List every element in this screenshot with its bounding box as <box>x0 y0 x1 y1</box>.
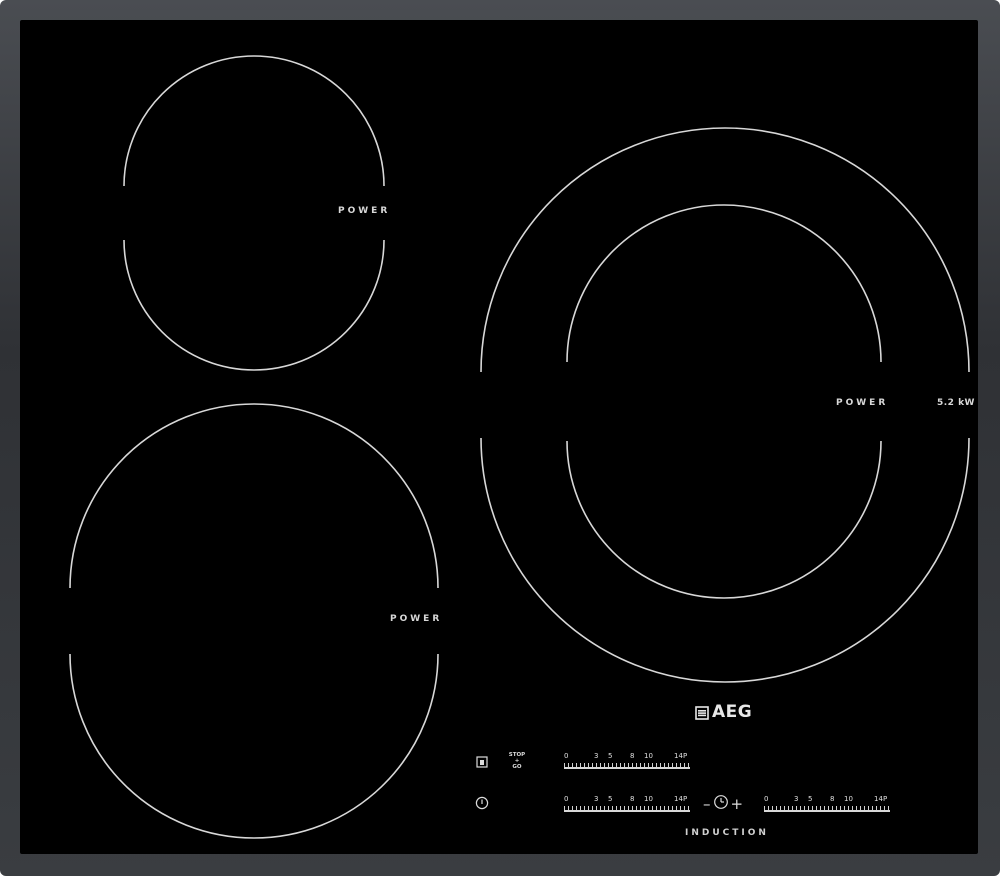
scale-14: 14 <box>674 795 683 803</box>
scale-3: 3 <box>594 752 599 760</box>
timer-plus-button[interactable]: + <box>731 795 744 813</box>
clock-icon <box>713 794 729 814</box>
scale-8: 8 <box>630 752 635 760</box>
scale-0: 0 <box>764 795 769 803</box>
scale-3: 3 <box>794 795 799 803</box>
slider-scale: 0 3 5 8 10 14 P <box>564 752 690 762</box>
zone-bottom-left-ring-upper <box>69 403 439 589</box>
slider-track <box>764 810 890 812</box>
zone-top-left-ring-lower <box>123 239 385 371</box>
scale-14: 14 <box>874 795 883 803</box>
zone-right-inner-ring-lower <box>566 440 882 599</box>
scale-0: 0 <box>564 752 569 760</box>
scale-5: 5 <box>808 795 813 803</box>
zone-bottom-left-ring-lower <box>69 653 439 839</box>
power-slider-top[interactable]: 0 3 5 8 10 14 P <box>564 752 690 774</box>
cooktop-frame: POWER POWER POWER 5.2 kW AEG STOP + GO 0… <box>0 0 1000 876</box>
scale-8: 8 <box>630 795 635 803</box>
scale-8: 8 <box>830 795 835 803</box>
scale-3: 3 <box>594 795 599 803</box>
scale-5: 5 <box>608 752 613 760</box>
brand-name: AEG <box>712 702 753 722</box>
stop-go-line-3: GO <box>512 764 522 770</box>
timer-minus-button[interactable]: – <box>703 795 711 813</box>
stop-go-button[interactable]: STOP + GO <box>507 752 527 770</box>
brand-logo: AEG <box>695 702 752 722</box>
cooking-zone-rings <box>69 55 970 839</box>
slider-track <box>564 767 690 769</box>
power-icon[interactable] <box>475 796 489 813</box>
power-slider-bottom-right[interactable]: 0 3 5 8 10 14 P <box>764 795 890 817</box>
zone-right-outer-ring-lower <box>480 437 970 683</box>
zone-top-left-power-label: POWER <box>338 206 391 216</box>
zone-top-left-ring-upper <box>123 55 385 187</box>
scale-5: 5 <box>608 795 613 803</box>
scale-p: P <box>683 752 688 760</box>
scale-10: 10 <box>644 752 653 760</box>
scale-0: 0 <box>564 795 569 803</box>
scale-14: 14 <box>674 752 683 760</box>
zone-right-outer-ring-upper <box>480 127 970 373</box>
induction-label: INDUCTION <box>685 828 769 838</box>
aeg-logo-icon <box>695 705 709 720</box>
lock-icon[interactable] <box>476 756 488 771</box>
slider-scale: 0 3 5 8 10 14 P <box>564 795 690 805</box>
zone-right-power-label: POWER <box>836 398 889 408</box>
slider-track <box>564 810 690 812</box>
zone-right-inner-ring-upper <box>566 204 882 363</box>
scale-10: 10 <box>644 795 653 803</box>
timer-control[interactable]: – + <box>703 794 743 814</box>
slider-scale: 0 3 5 8 10 14 P <box>764 795 890 805</box>
scale-p: P <box>883 795 888 803</box>
zone-right-rating: 5.2 kW <box>937 398 975 408</box>
scale-p: P <box>683 795 688 803</box>
zone-bottom-left-power-label: POWER <box>390 614 443 624</box>
scale-10: 10 <box>844 795 853 803</box>
power-slider-bottom-left[interactable]: 0 3 5 8 10 14 P <box>564 795 690 817</box>
